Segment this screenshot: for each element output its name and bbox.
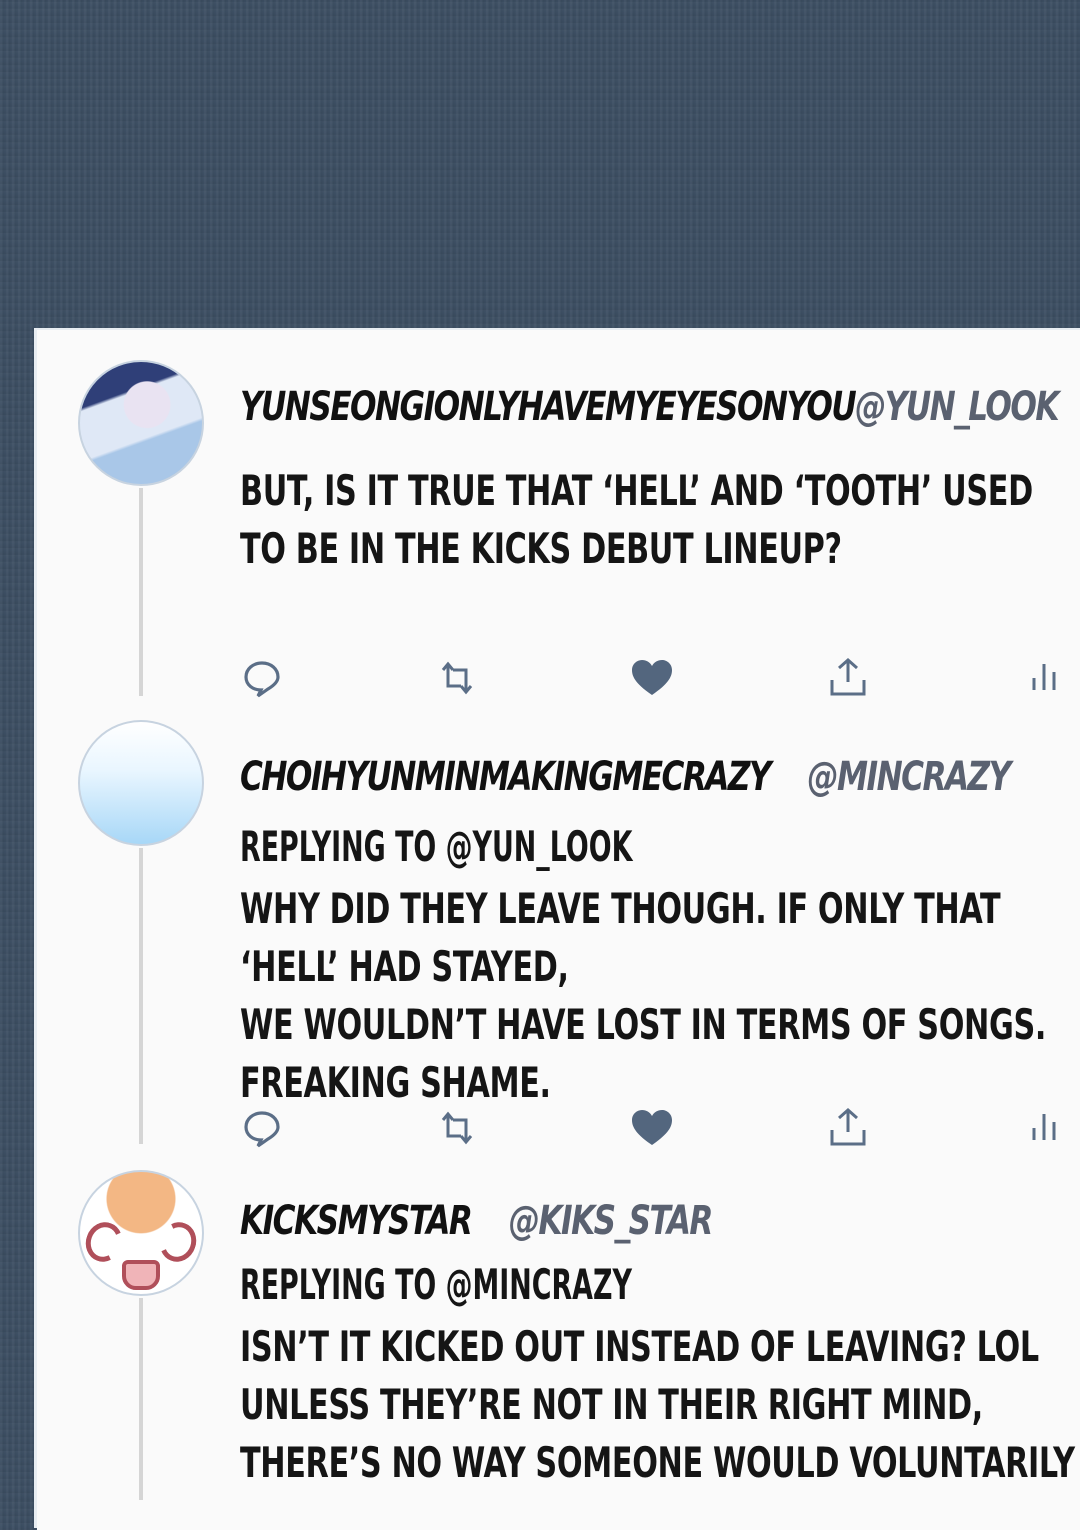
tweet-text-line: WHY DID THEY LEAVE THOUGH. IF ONLY THAT (240, 884, 1001, 933)
tweet-text: BUT, IS IT TRUE THAT ‘HELL’ AND ‘TOOTH’ … (240, 462, 1033, 578)
tweet-text-line: ‘HELL’ HAD STAYED, (240, 942, 569, 991)
share-icon[interactable] (826, 656, 870, 700)
tweet-text-line: FREAKING SHAME. (240, 1058, 551, 1107)
tweet-text-line: TO BE IN THE KICKS DEBUT LINEUP? (240, 524, 842, 573)
avatar[interactable] (78, 720, 204, 846)
tweet-text-line: THERE’S NO WAY SOMEONE WOULD VOLUNTARILY (240, 1438, 1075, 1487)
tweet-author[interactable]: CHOIHYUNMINMAKINGMECRAZY @MINCRAZY (240, 754, 1011, 800)
tweet-author[interactable]: KICKSMYSTAR @KIKS_STAR (240, 1198, 714, 1244)
analytics-icon[interactable] (1022, 656, 1066, 700)
retweet-icon[interactable] (435, 1106, 479, 1150)
tweet-text-line: UNLESS THEY’RE NOT IN THEIR RIGHT MIND, (240, 1380, 983, 1429)
display-name: YUNSEONGIONLYHAVEMYEYESONYOU (240, 384, 857, 430)
reply-icon[interactable] (240, 656, 284, 700)
tweet-text-line: BUT, IS IT TRUE THAT ‘HELL’ AND ‘TOOTH’ … (240, 466, 1033, 515)
user-handle: @YUN_LOOK (855, 384, 1059, 430)
display-name: KICKSMYSTAR (240, 1198, 473, 1244)
avatar-eye (80, 1217, 128, 1267)
display-name: CHOIHYUNMINMAKINGMECRAZY (240, 754, 772, 800)
tweet-actions (240, 656, 1070, 700)
share-icon[interactable] (826, 1106, 870, 1150)
replying-to[interactable]: REPLYING TO @YUN_LOOK (240, 822, 632, 871)
tweet-actions (240, 1106, 1070, 1150)
avatar[interactable] (78, 360, 204, 486)
like-icon[interactable] (630, 656, 674, 700)
avatar-eye (154, 1217, 202, 1267)
thread-connector-line (139, 1298, 143, 1500)
replying-to[interactable]: REPLYING TO @MINCRAZY (240, 1260, 632, 1309)
like-icon[interactable] (630, 1106, 674, 1150)
thread-connector-line (139, 848, 143, 1144)
reply-icon[interactable] (240, 1106, 284, 1150)
tweet-text: WHY DID THEY LEAVE THOUGH. IF ONLY THAT … (240, 880, 1046, 1112)
avatar-mouth (122, 1260, 160, 1290)
user-handle: @MINCRAZY (807, 754, 1011, 800)
retweet-icon[interactable] (435, 656, 479, 700)
tweet-text-line: WE WOULDN’T HAVE LOST IN TERMS OF SONGS. (240, 1000, 1046, 1049)
tweet-text: ISN’T IT KICKED OUT INSTEAD OF LEAVING? … (240, 1318, 1075, 1492)
avatar[interactable] (78, 1170, 204, 1296)
user-handle: @KIKS_STAR (508, 1198, 714, 1244)
tweet-text-line: ISN’T IT KICKED OUT INSTEAD OF LEAVING? … (240, 1322, 1039, 1371)
tweet-author[interactable]: YUNSEONGIONLYHAVEMYEYESONYOU@YUN_LOOK (240, 384, 1060, 430)
analytics-icon[interactable] (1022, 1106, 1066, 1150)
thread-connector-line (139, 488, 143, 696)
